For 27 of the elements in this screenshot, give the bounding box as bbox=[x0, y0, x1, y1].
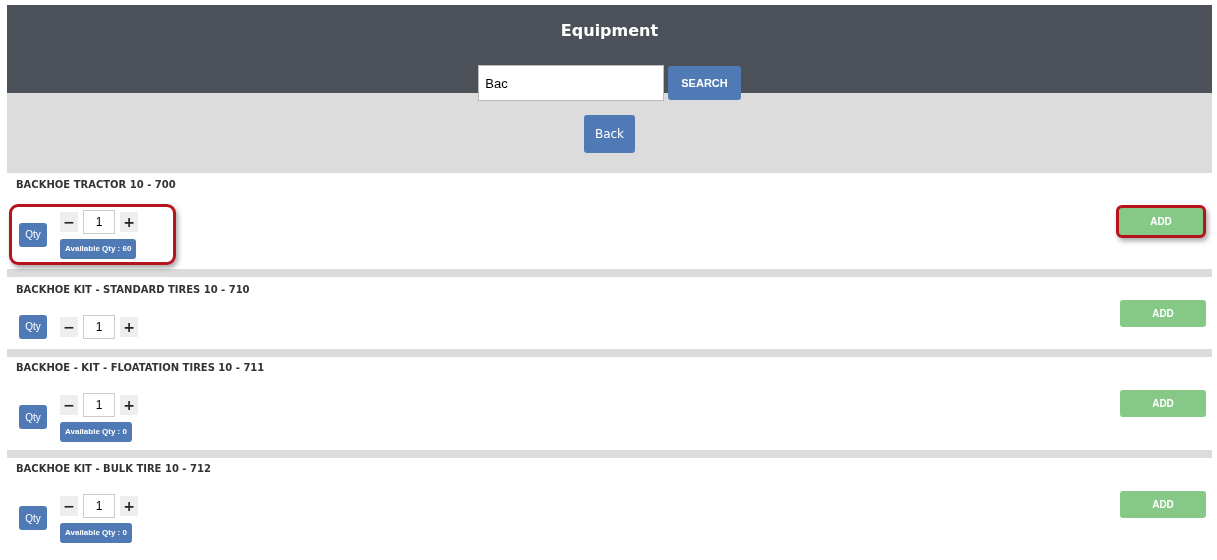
qty-button[interactable]: Qty bbox=[19, 314, 47, 339]
qty-button[interactable]: Qty bbox=[19, 222, 47, 247]
plus-button[interactable]: + bbox=[120, 212, 138, 232]
minus-button[interactable]: − bbox=[60, 394, 78, 415]
qty-button[interactable]: Qty bbox=[19, 405, 47, 429]
plus-button[interactable]: + bbox=[120, 394, 138, 415]
item-name: BACKHOE TRACTOR 10 - 700 bbox=[16, 178, 176, 192]
item-name: BACKHOE - KIT - FLOATATION TIRES 10 - 711 bbox=[16, 360, 265, 375]
quantity-field[interactable]: 1 bbox=[83, 493, 115, 518]
minus-button[interactable]: − bbox=[60, 316, 78, 337]
item-name: BACKHOE KIT - BULK TIRE 10 - 712 bbox=[16, 461, 211, 476]
available-qty-badge: Available Qty : 0 bbox=[60, 421, 132, 442]
search-button[interactable]: SEARCH bbox=[668, 66, 741, 100]
plus-button[interactable]: + bbox=[120, 495, 138, 516]
plus-button[interactable]: + bbox=[120, 316, 138, 337]
item-name: BACKHOE KIT - STANDARD TIRES 10 - 710 bbox=[16, 282, 250, 297]
quantity-field[interactable]: 1 bbox=[83, 392, 115, 417]
quantity-field[interactable]: 1 bbox=[83, 210, 115, 234]
minus-button[interactable]: − bbox=[60, 212, 78, 232]
qty-button[interactable]: Qty bbox=[19, 506, 47, 530]
quantity-field[interactable]: 1 bbox=[83, 314, 115, 339]
back-button[interactable]: Back bbox=[584, 115, 635, 153]
available-qty-badge: Available Qty : 0 bbox=[60, 522, 132, 543]
search-field[interactable]: Bac bbox=[478, 65, 665, 101]
page-title: Equipment bbox=[560, 20, 659, 42]
available-qty-badge: Available Qty : 60 bbox=[60, 239, 137, 259]
minus-button[interactable]: − bbox=[60, 495, 78, 516]
